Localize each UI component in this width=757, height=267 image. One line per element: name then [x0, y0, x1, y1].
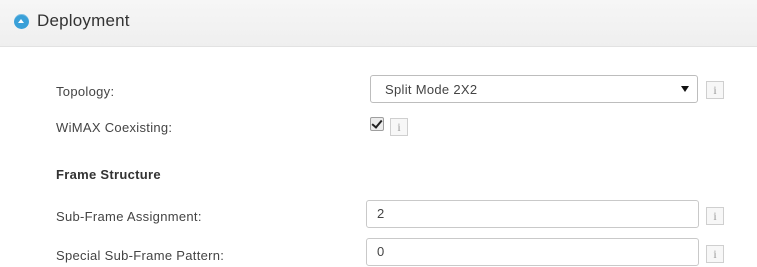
special-subframe-pattern-info-icon[interactable]: i — [706, 245, 724, 263]
wimax-coexisting-checkbox[interactable] — [370, 117, 384, 131]
dropdown-arrow-icon — [681, 86, 689, 92]
subframe-assignment-input[interactable]: 2 — [366, 200, 699, 228]
subframe-assignment-info-icon[interactable]: i — [706, 207, 724, 225]
frame-structure-heading: Frame Structure — [56, 167, 161, 182]
wimax-info-icon[interactable]: i — [390, 118, 408, 136]
wimax-coexisting-label: WiMAX Coexisting: — [56, 120, 173, 135]
topology-label: Topology: — [56, 84, 115, 99]
topology-select[interactable]: Split Mode 2X2 — [370, 75, 698, 103]
topology-selected-value: Split Mode 2X2 — [385, 82, 478, 97]
deployment-settings-panel: Deployment Topology: Split Mode 2X2 i Wi… — [0, 0, 757, 267]
section-header[interactable]: Deployment — [0, 0, 757, 47]
collapse-icon[interactable] — [14, 14, 29, 29]
special-subframe-pattern-label: Special Sub-Frame Pattern: — [56, 248, 225, 263]
special-subframe-pattern-input[interactable]: 0 — [366, 238, 699, 266]
section-title: Deployment — [37, 11, 130, 30]
topology-info-icon[interactable]: i — [706, 81, 724, 99]
subframe-assignment-label: Sub-Frame Assignment: — [56, 209, 202, 224]
